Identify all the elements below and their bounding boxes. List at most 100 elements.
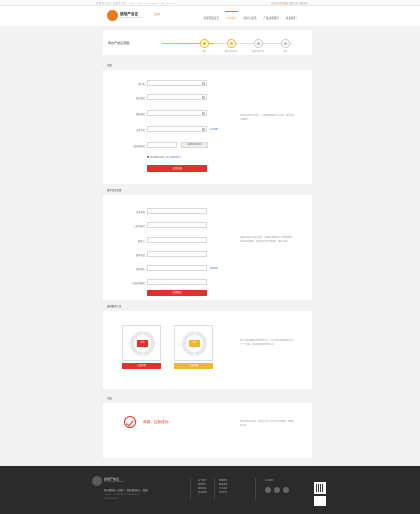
field-label: 所在地区： <box>136 268 147 271</box>
complete-card: 恭喜，注册成功！ 您的注册已经完成，我们的工作人员会尽快与您联系，感谢您的支持。 <box>103 403 312 458</box>
service-tile[interactable]: 年检 <box>122 325 161 361</box>
agreement-text: 我已阅读并同意 <box>150 157 165 159</box>
lock-icon <box>202 111 205 115</box>
nav-item-contact[interactable]: 联系我们 <box>282 16 299 20</box>
sms-code-input[interactable] <box>147 142 177 148</box>
form-row-mobile: *企业手机： 点击获取 <box>103 126 312 132</box>
progress-step-1 <box>200 39 209 48</box>
form-row-username: *用户名： <box>103 80 312 86</box>
company-name-input[interactable] <box>147 208 207 214</box>
footer-logo-icon <box>92 476 102 486</box>
footer-slogan: 用心服务每一位客户，助您事业更上一层楼 <box>104 490 148 492</box>
company-submit-button[interactable]: 立即提交 <box>147 290 207 296</box>
footer-links-col-2: 新闻资讯 政策法规 行业动态 合作伙伴 <box>219 479 227 495</box>
nav-item-personal-center[interactable]: 个人中心 <box>223 11 240 20</box>
footer-icp: 津ICP备12345678号 <box>104 499 119 500</box>
service-tile[interactable]: 新办 <box>174 325 213 361</box>
logo-subtitle: Jiexu Industry Certificate <box>120 17 142 19</box>
phone-icon <box>202 127 205 131</box>
field-label: *确认密码： <box>135 113 147 116</box>
get-sms-code-button[interactable]: 获取短信验证码 <box>181 142 208 148</box>
qr-code-icon <box>314 482 326 494</box>
password-input[interactable] <box>147 94 207 100</box>
search-icon <box>202 81 205 85</box>
agreement-row[interactable]: 我已阅读并同意《用户注册协议书》 <box>147 156 182 159</box>
qq-icon[interactable] <box>283 487 289 493</box>
field-label: *输入密码： <box>135 97 147 100</box>
form-row-certificate: 产品证书编号： <box>103 279 312 285</box>
field-label: *短信验证码： <box>133 145 147 148</box>
weibo-icon[interactable] <box>265 487 271 493</box>
service-tag: 年检 <box>137 340 148 347</box>
contact-input[interactable] <box>147 237 207 243</box>
service-item[interactable]: 新办 立即办理 <box>174 325 213 369</box>
footer-divider <box>255 478 256 500</box>
services-aside-text: 您可以选择需要办理的服务产品，点击立即办理按钮即可进入下一步流程。如有疑问请联系… <box>240 340 295 346</box>
service-tag: 新办 <box>189 340 200 347</box>
complete-aside-text: 您的注册已经完成，我们的工作人员会尽快与您联系，感谢您的支持。 <box>240 421 295 427</box>
agreement-checkbox[interactable] <box>147 156 149 159</box>
city-selector[interactable]: [天津] <box>154 12 160 16</box>
register-aside-text: 欢迎您注册本平台账户，只需要简单填写几步信息，即可完成注册操作。 <box>240 115 295 121</box>
service-item[interactable]: 年检 立即办理 <box>122 325 161 369</box>
field-label: *用户名： <box>137 83 147 86</box>
certificate-input[interactable] <box>147 279 207 285</box>
section-title-company: 填写企业信息 <box>107 189 122 192</box>
region-input[interactable] <box>147 265 207 271</box>
progress-step-4 <box>281 39 290 48</box>
logo-icon[interactable] <box>107 10 118 21</box>
progress-step-label: 注册 <box>201 51 207 53</box>
form-row-password: *输入密码： <box>103 94 312 100</box>
progress-step-label: 完成 <box>282 51 288 53</box>
lock-icon <box>202 95 205 99</box>
progress-title: 申办产地证流程： <box>108 41 133 45</box>
field-label: 企业名称： <box>136 211 147 214</box>
wechat-icon[interactable] <box>274 487 280 493</box>
progress-panel: 申办产地证流程： 注册 填写企业信息 选择办理产品 完成 <box>103 30 312 55</box>
nav-item-home[interactable]: 首都页面首页 <box>200 16 223 20</box>
region-link[interactable]: 选择地区 <box>210 267 218 270</box>
top-bar-slogan: 全国领先的产品服务平台 · For Your Thoughts, We Focu… <box>96 3 176 5</box>
service-select-button[interactable]: 立即办理 <box>122 363 161 369</box>
nav-item-news[interactable]: 新闻与资讯 <box>240 16 260 20</box>
nav-item-services[interactable]: 产品注册服务 <box>260 16 283 20</box>
footer-copyright: Copyright © 2016 捷旭产信证 All Rights Reserv… <box>104 495 140 496</box>
footer-link[interactable]: 常见问题 <box>198 491 206 495</box>
phone-input[interactable] <box>147 251 207 257</box>
register-card: *用户名： *输入密码： *确认密码： *企业手机： 点击获取 *短信验证码： … <box>103 70 312 184</box>
footer-links-col-1: 关于我们 联系我们 服务流程 常见问题 <box>198 479 206 495</box>
field-label: 联系电话： <box>136 254 147 257</box>
field-label: 工商注册号： <box>133 225 147 228</box>
services-card: 年检 立即办理 新办 立即办理 您可以选择需要办理的服务产品，点击立即办理按钮即… <box>103 311 312 389</box>
section-title-services: 选择服务产品 <box>107 305 122 308</box>
confirm-password-input[interactable] <box>147 110 207 116</box>
progress-step-3 <box>254 39 263 48</box>
progress-step-2 <box>227 39 236 48</box>
footer-link[interactable]: 合作伙伴 <box>219 491 227 495</box>
registration-no-input[interactable] <box>147 222 207 228</box>
progress-step-label: 选择办理产品 <box>251 51 265 53</box>
company-card: 企业名称： 工商注册号： 联系人： 联系电话： 所在地区： 选择地区 产品证书编… <box>103 195 312 300</box>
service-select-button[interactable]: 立即办理 <box>174 363 213 369</box>
form-row-registration-no: 工商注册号： <box>103 222 312 228</box>
register-links[interactable]: 免费注册 | 收藏本站 <box>288 3 308 5</box>
site-footer: 捷旭产信证 Jiexu Industry Certificate 用心服务每一位… <box>0 466 420 514</box>
footer-divider <box>214 478 215 500</box>
mobile-help-link[interactable]: 点击获取 <box>210 128 218 131</box>
mobile-input[interactable] <box>147 126 207 132</box>
field-label: 联系人： <box>138 240 147 243</box>
field-label: *企业手机： <box>135 129 147 132</box>
success-message: 恭喜，注册成功！ <box>143 420 172 424</box>
qr-code-icon <box>314 496 326 506</box>
register-submit-button[interactable]: 立即注册 <box>147 165 207 172</box>
follow-us-label: 关注我们 <box>265 480 274 482</box>
welcome-text: 欢迎您来到 <box>270 3 283 5</box>
progress-step-label: 填写企业信息 <box>224 51 238 53</box>
section-title-complete: 完成 <box>107 397 112 400</box>
form-row-company-name: 企业名称： <box>103 208 312 214</box>
username-input[interactable] <box>147 80 207 86</box>
site-header: 捷旭产信证 Jiexu Industry Certificate [天津] 首都… <box>0 6 420 26</box>
form-row-sms-code: *短信验证码： 获取短信验证码 <box>103 142 312 148</box>
agreement-link[interactable]: 《用户注册协议书》 <box>164 157 182 159</box>
company-aside-text: 请填写您的企业真实信息，以便我们能够及时与您取得联系，提供更好的服务。所有信息均… <box>240 237 295 243</box>
